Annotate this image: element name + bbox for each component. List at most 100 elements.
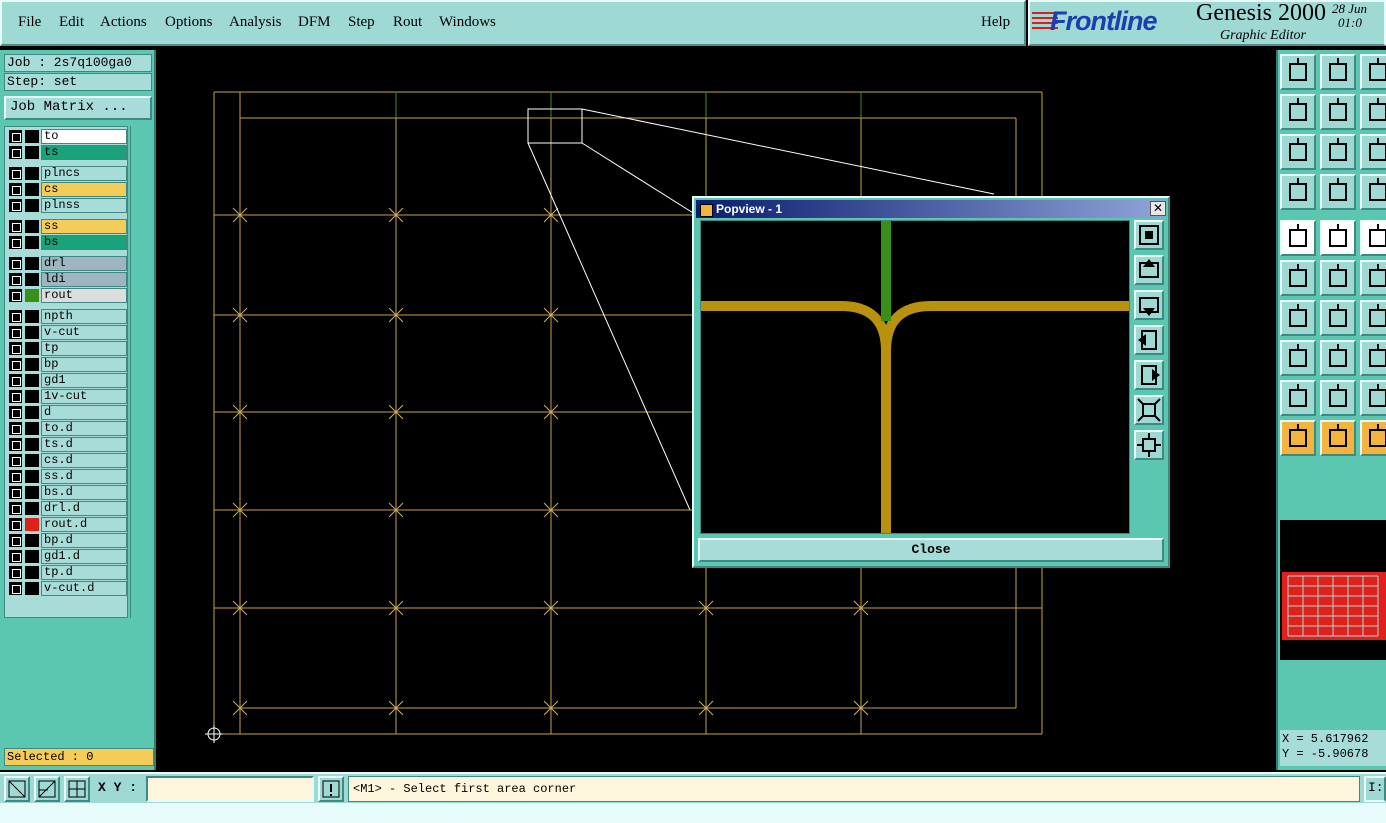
menu-actions[interactable]: Actions	[100, 14, 147, 31]
layer-checkbox[interactable]	[9, 130, 22, 143]
popview-pan-down-button[interactable]	[1134, 290, 1164, 320]
popview-close-button[interactable]: Close	[698, 538, 1164, 562]
layer-checkbox[interactable]	[9, 310, 22, 323]
layer-name[interactable]: v-cut.d	[41, 581, 127, 596]
layer-row-d[interactable]: d	[7, 405, 127, 420]
menu-edit[interactable]: Edit	[59, 14, 84, 31]
layer-color-swatch[interactable]	[25, 422, 39, 435]
layer-row-to[interactable]: to	[7, 129, 127, 144]
layer-color-swatch[interactable]	[25, 454, 39, 467]
layer-name[interactable]: gd1.d	[41, 549, 127, 564]
alert-icon[interactable]	[318, 776, 344, 802]
layer-checkbox[interactable]	[9, 486, 22, 499]
layer-color-swatch[interactable]	[25, 358, 39, 371]
node-icon[interactable]	[1360, 260, 1386, 296]
zoom-window-icon[interactable]	[1320, 134, 1356, 170]
layer-color-swatch[interactable]	[25, 310, 39, 323]
layer-checkbox[interactable]	[9, 358, 22, 371]
select-icon[interactable]	[1280, 420, 1316, 456]
zoom-home-down-icon[interactable]	[1320, 54, 1356, 90]
grid-icon[interactable]	[1320, 174, 1356, 210]
menu-analysis[interactable]: Analysis	[229, 14, 282, 31]
layer-color-swatch[interactable]	[25, 199, 39, 212]
layer-color-swatch[interactable]	[25, 534, 39, 547]
layer-checkbox[interactable]	[9, 534, 22, 547]
layer-checkbox[interactable]	[9, 146, 22, 159]
measure-icon[interactable]	[1280, 174, 1316, 210]
home-icon[interactable]	[1360, 54, 1386, 90]
xy-coordinate-input[interactable]	[146, 776, 314, 802]
menu-help[interactable]: Help	[981, 14, 1010, 31]
layer-color-swatch[interactable]	[25, 130, 39, 143]
menu-rout[interactable]: Rout	[393, 14, 422, 31]
layer-color-swatch[interactable]	[25, 289, 39, 302]
arc-icon[interactable]	[1360, 300, 1386, 336]
layer-name[interactable]: ts	[41, 145, 127, 160]
layer-row-to.d[interactable]: to.d	[7, 421, 127, 436]
layer-color-swatch[interactable]	[25, 342, 39, 355]
layer-color-swatch[interactable]	[25, 220, 39, 233]
popview-titlebar[interactable]: Popview - 1	[696, 200, 1166, 218]
menu-dfm[interactable]: DFM	[298, 14, 331, 31]
resize-icon[interactable]	[1360, 340, 1386, 376]
layer-name[interactable]: 1v-cut	[41, 389, 127, 404]
layer-row-drl.d[interactable]: drl.d	[7, 501, 127, 516]
fill-icon[interactable]	[1320, 220, 1356, 256]
layer-color-swatch[interactable]	[25, 326, 39, 339]
layer-row-bp.d[interactable]: bp.d	[7, 533, 127, 548]
layer-color-swatch[interactable]	[25, 582, 39, 595]
layer-row-bp[interactable]: bp	[7, 357, 127, 372]
outline-icon[interactable]	[1360, 380, 1386, 416]
layer-name[interactable]: ts.d	[41, 437, 127, 452]
layer-checkbox[interactable]	[9, 582, 22, 595]
layer-checkbox[interactable]	[9, 390, 22, 403]
layer-color-swatch[interactable]	[25, 518, 39, 531]
layer-list-scrollbar[interactable]	[130, 126, 152, 618]
layer-checkbox[interactable]	[9, 289, 22, 302]
layer-name[interactable]: ss.d	[41, 469, 127, 484]
layer-checkbox[interactable]	[9, 406, 22, 419]
arrow-up-icon[interactable]	[1320, 380, 1356, 416]
layer-row-ss[interactable]: ss	[7, 219, 127, 234]
overview-minimap[interactable]	[1280, 520, 1386, 660]
layer-checkbox[interactable]	[9, 273, 22, 286]
layer-name[interactable]: plncs	[41, 166, 127, 181]
layer-color-swatch[interactable]	[25, 146, 39, 159]
layer-row-tp.d[interactable]: tp.d	[7, 565, 127, 580]
popview-zoom-out-button[interactable]	[1134, 430, 1164, 460]
layer-checkbox[interactable]	[9, 342, 22, 355]
layer-name[interactable]: d	[41, 405, 127, 420]
layer-row-rout.d[interactable]: rout.d	[7, 517, 127, 532]
menu-windows[interactable]: Windows	[439, 14, 496, 31]
select-circle-icon[interactable]	[1360, 420, 1386, 456]
menu-options[interactable]: Options	[165, 14, 213, 31]
move-icon[interactable]	[1280, 340, 1316, 376]
connect-icon[interactable]	[1280, 260, 1316, 296]
layer-name[interactable]: bs.d	[41, 485, 127, 500]
layer-row-ldi[interactable]: ldi	[7, 272, 127, 287]
grid-snap-icon[interactable]	[64, 776, 90, 802]
layer-row-gd1[interactable]: gd1	[7, 373, 127, 388]
layer-checkbox[interactable]	[9, 220, 22, 233]
split-icon[interactable]	[1320, 340, 1356, 376]
layer-name[interactable]: to.d	[41, 421, 127, 436]
layer-checkbox[interactable]	[9, 374, 22, 387]
layer-color-swatch[interactable]	[25, 374, 39, 387]
layer-name[interactable]: drl	[41, 256, 127, 271]
layer-name[interactable]: cs.d	[41, 453, 127, 468]
layer-color-swatch[interactable]	[25, 273, 39, 286]
menu-step[interactable]: Step	[348, 14, 375, 31]
job-matrix-button[interactable]: Job Matrix ...	[4, 96, 152, 120]
zoom-home-icon[interactable]	[1280, 54, 1316, 90]
layer-color-swatch[interactable]	[25, 406, 39, 419]
layer-checkbox[interactable]	[9, 422, 22, 435]
info-button[interactable]: I:	[1364, 776, 1386, 802]
popview-zoom-in-button[interactable]	[1134, 395, 1164, 425]
layer-checkbox[interactable]	[9, 183, 22, 196]
layer-name[interactable]: rout.d	[41, 517, 127, 532]
layer-row-tp[interactable]: tp	[7, 341, 127, 356]
layer-row-drl[interactable]: drl	[7, 256, 127, 271]
layer-row-bs[interactable]: bs	[7, 235, 127, 250]
layer-name[interactable]: plnss	[41, 198, 127, 213]
layer-name[interactable]: tp.d	[41, 565, 127, 580]
